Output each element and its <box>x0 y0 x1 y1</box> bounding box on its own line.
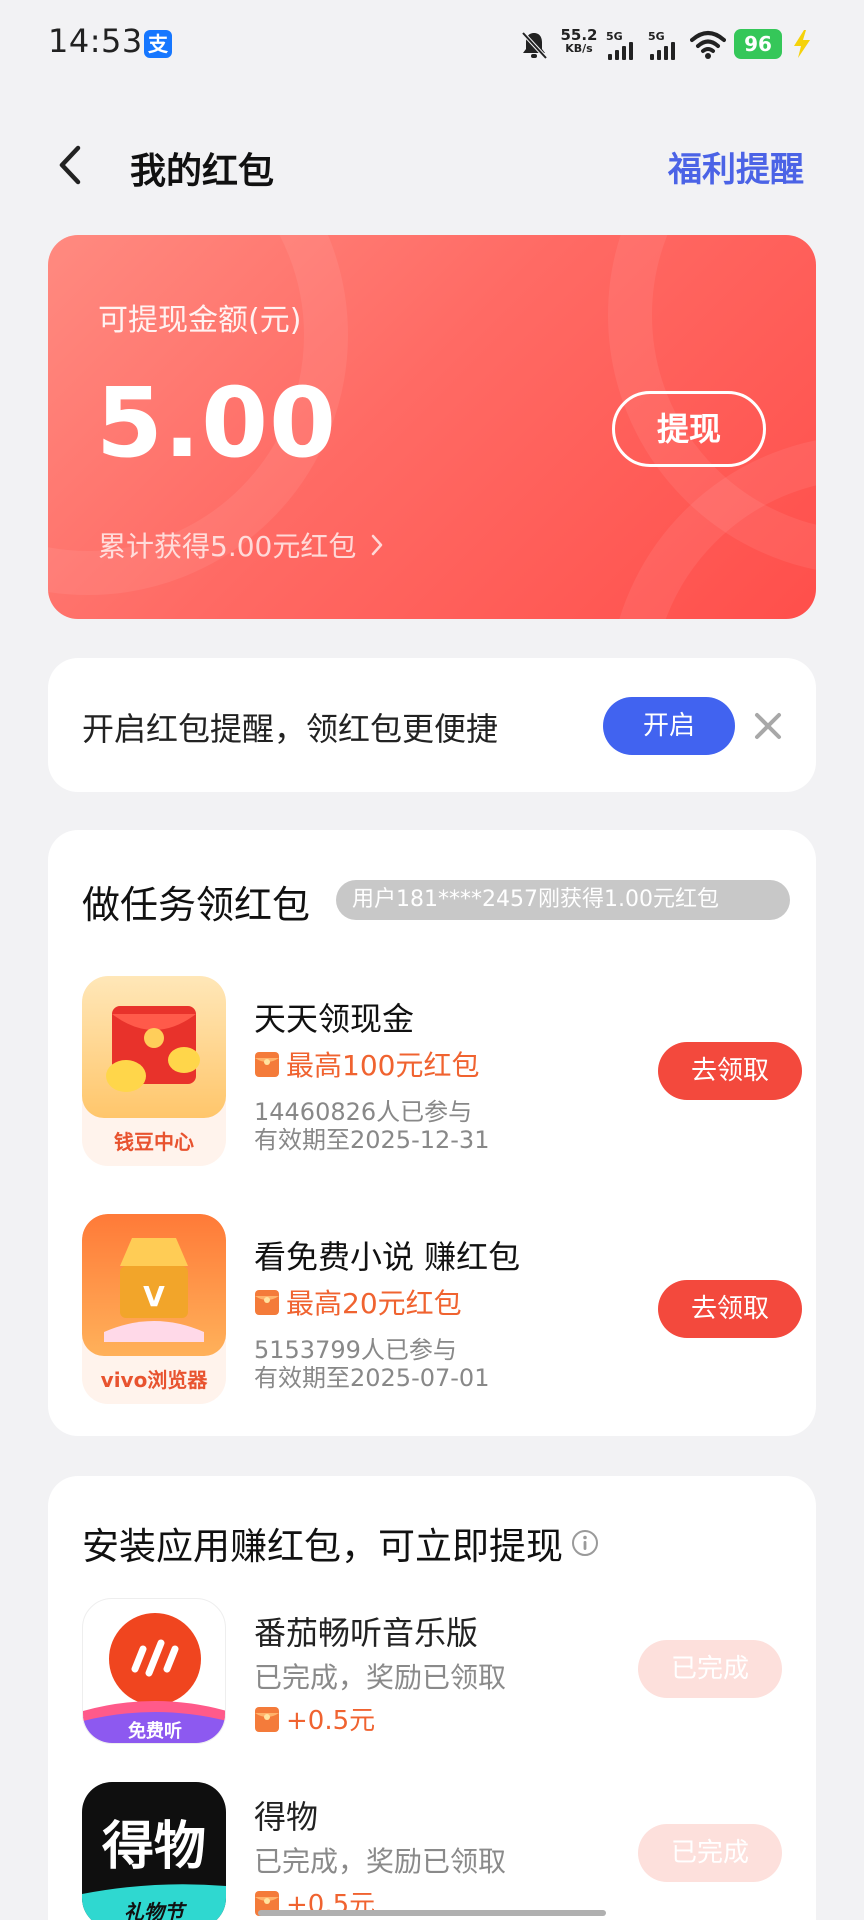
dewu-app-icon[interactable]: 得物 礼物节 <box>82 1782 226 1920</box>
withdraw-button[interactable]: 提现 <box>612 391 766 467</box>
welfare-reminder-link[interactable]: 福利提醒 <box>668 142 804 191</box>
install-section-title: 安装应用赚红包，可立即提现 <box>82 1516 599 1570</box>
chevron-right-icon <box>372 534 383 556</box>
battery-indicator: 96 <box>734 29 782 59</box>
tomato-listen-app-icon[interactable]: 免费听 <box>82 1598 226 1744</box>
status-bar: 14:53 支 55.2 KB/s 5G 5G 96 <box>0 0 864 90</box>
install-card: 安装应用赚红包，可立即提现 免费听 番茄畅听音乐版 已完成，奖励已领取 +0.5… <box>48 1476 816 1920</box>
balance-card: 可提现金额(元) 5.00 提现 累计获得5.00元红包 <box>48 235 816 619</box>
task-card: 做任务领红包 用户181****2457刚获得1.00元红包 钱豆中心 天天领现… <box>48 830 816 1436</box>
app-reward: +0.5元 <box>254 1700 375 1737</box>
red-packet-icon <box>255 1290 279 1315</box>
app-icon-art <box>82 976 226 1118</box>
signal-icon: 5G <box>606 30 640 60</box>
app-name: 番茄畅听音乐版 <box>254 1614 479 1652</box>
participants-count: 14460826人已参与 <box>254 1098 473 1126</box>
reminder-card: 开启红包提醒，领红包更便捷 开启 <box>48 658 816 792</box>
balance-label: 可提现金额(元) <box>98 303 302 338</box>
task-item: 钱豆中心 天天领现金 最高100元红包 14460826人已参与 有效期至202… <box>82 976 802 1166</box>
app-status: 已完成，奖励已领取 <box>254 1845 507 1878</box>
balance-amount: 5.00 <box>96 367 337 479</box>
task-reward-text: 最高100元红包 <box>286 1049 480 1082</box>
money-bean-center-icon[interactable]: 钱豆中心 <box>82 976 226 1166</box>
svg-text:V: V <box>143 1280 165 1313</box>
back-arrow-icon[interactable] <box>52 142 88 188</box>
charging-icon <box>794 30 810 58</box>
task-name: 看免费小说 赚红包 <box>254 1238 521 1276</box>
app-icon-art: V <box>82 1214 226 1356</box>
app-icon-caption: vivo浏览器 <box>100 1368 208 1392</box>
task-reward-text: 最高20元红包 <box>286 1287 462 1320</box>
wifi-icon <box>690 31 726 59</box>
participants-count: 5153799人已参与 <box>254 1336 457 1364</box>
total-earned-text: 累计获得5.00元红包 <box>98 530 357 563</box>
task-reward: 最高100元红包 <box>254 1044 479 1084</box>
net-speed: 55.2 KB/s <box>558 28 600 56</box>
bell-muted-icon <box>521 31 548 60</box>
task-name: 天天领现金 <box>254 1000 415 1038</box>
winner-ticker: 用户181****2457刚获得1.00元红包 <box>336 880 790 920</box>
enable-reminder-button[interactable]: 开启 <box>603 697 735 755</box>
app-reward-text: +0.5元 <box>286 1706 376 1736</box>
app-item: 得物 礼物节 得物 已完成，奖励已领取 +0.5元 已完成 <box>82 1782 782 1920</box>
close-icon[interactable] <box>750 708 786 744</box>
task-item: V vivo浏览器 看免费小说 赚红包 最高20元红包 5153799人已参与 … <box>82 1214 802 1404</box>
valid-until: 有效期至2025-12-31 <box>254 1126 490 1154</box>
app-icon-caption: 免费听 <box>128 1721 182 1742</box>
net-speed-unit: KB/s <box>565 42 593 55</box>
red-packet-icon <box>255 1706 279 1732</box>
reminder-text: 开启红包提醒，领红包更便捷 <box>82 710 499 748</box>
red-packet-icon <box>255 1052 279 1077</box>
task-section-title: 做任务领红包 <box>82 883 311 927</box>
home-indicator[interactable] <box>258 1910 606 1916</box>
alipay-icon: 支 <box>144 30 172 58</box>
app-icon-caption: 钱豆中心 <box>114 1130 194 1154</box>
app-item: 免费听 番茄畅听音乐版 已完成，奖励已领取 +0.5元 已完成 <box>82 1598 782 1744</box>
claim-button[interactable]: 去领取 <box>658 1280 802 1338</box>
app-icon-caption: 礼物节 <box>124 1900 184 1920</box>
valid-until: 有效期至2025-07-01 <box>254 1364 490 1392</box>
treasure-chest-icon: V <box>104 1238 204 1342</box>
vivo-browser-icon[interactable]: V vivo浏览器 <box>82 1214 226 1404</box>
info-icon[interactable] <box>571 1529 599 1557</box>
claim-button[interactable]: 去领取 <box>658 1042 802 1100</box>
status-time: 14:53 <box>48 22 143 60</box>
task-meta: 5153799人已参与 有效期至2025-07-01 <box>254 1336 489 1392</box>
net-speed-value: 55.2 <box>560 26 598 44</box>
completed-button[interactable]: 已完成 <box>638 1640 782 1698</box>
completed-button[interactable]: 已完成 <box>638 1824 782 1882</box>
header: 我的红包 福利提醒 <box>0 120 864 210</box>
signal-icon: 5G <box>648 30 682 60</box>
app-name: 得物 <box>254 1798 319 1836</box>
red-envelope-icon <box>106 1006 200 1092</box>
app-status: 已完成，奖励已领取 <box>254 1661 507 1694</box>
task-reward: 最高20元红包 <box>254 1282 462 1322</box>
task-meta: 14460826人已参与 有效期至2025-12-31 <box>254 1098 489 1154</box>
install-title-text: 安装应用赚红包，可立即提现 <box>82 1525 563 1568</box>
page-title: 我的红包 <box>130 151 275 192</box>
total-earned-link[interactable]: 累计获得5.00元红包 <box>98 525 384 565</box>
